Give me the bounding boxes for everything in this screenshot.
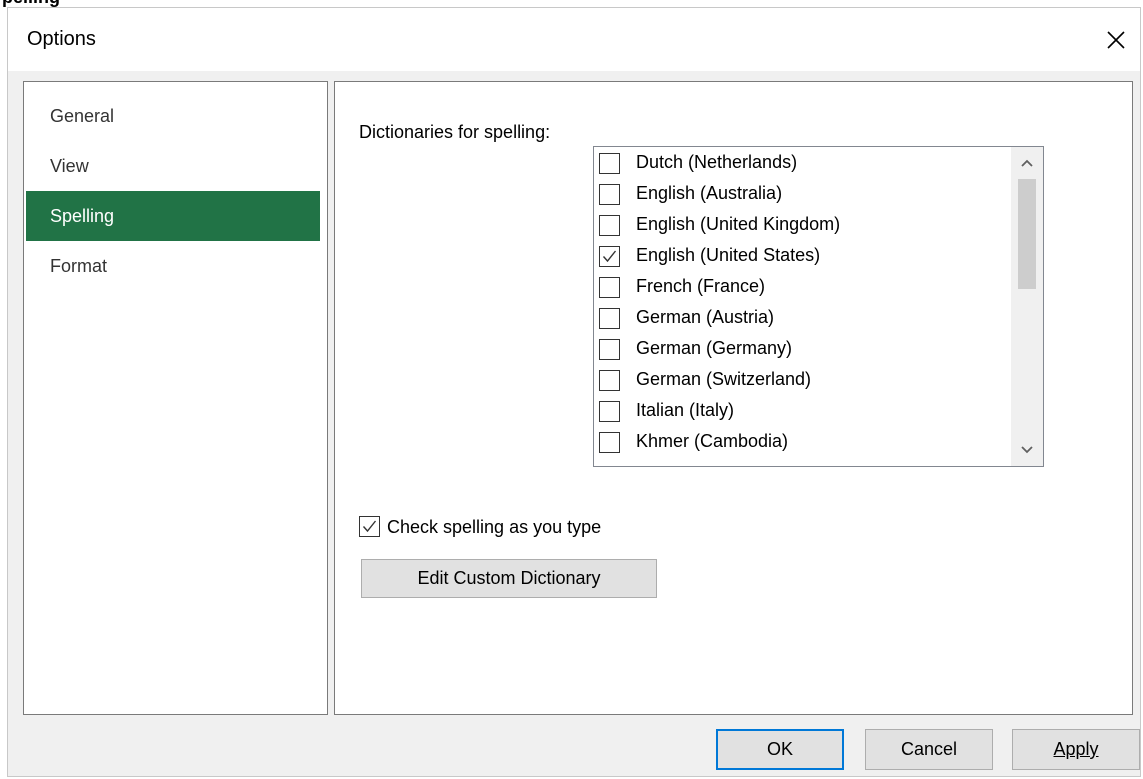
nav-item-label: Format (50, 256, 108, 276)
options-dialog: Options General View Spelling Format Dic… (7, 7, 1141, 777)
nav-item-label: General (50, 106, 115, 126)
dictionary-checkbox[interactable] (599, 277, 620, 298)
dictionary-checkbox[interactable] (599, 246, 620, 267)
scrollbar-thumb[interactable] (1018, 179, 1036, 289)
dictionaries-scrollbar[interactable] (1011, 147, 1043, 466)
check-as-you-type-checkbox[interactable] (359, 516, 380, 537)
dictionary-item[interactable]: Dutch (Netherlands) (594, 147, 1010, 178)
dictionary-label: Italian (Italy) (636, 400, 735, 420)
dictionary-item[interactable]: German (Germany) (594, 333, 1010, 364)
dictionary-item[interactable]: French (France) (594, 271, 1010, 302)
dictionary-item[interactable]: Khmer (Cambodia) (594, 426, 1010, 457)
dictionary-checkbox[interactable] (599, 401, 620, 422)
nav-item-view[interactable]: View (26, 141, 320, 191)
spelling-panel: Dictionaries for spelling: Dutch (Nether… (334, 81, 1133, 715)
dictionary-label: English (United Kingdom) (636, 214, 841, 234)
dictionary-item[interactable]: German (Austria) (594, 302, 1010, 333)
dictionaries-label: Dictionaries for spelling: (359, 122, 551, 142)
scroll-down-button[interactable] (1011, 434, 1043, 466)
close-icon (1107, 30, 1125, 49)
edit-custom-dictionary-button[interactable]: Edit Custom Dictionary (361, 559, 657, 598)
dictionary-label: German (Germany) (636, 338, 793, 358)
nav-item-label: Spelling (50, 206, 115, 226)
title-bar: Options (8, 8, 1140, 71)
dictionary-item[interactable]: Italian (Italy) (594, 395, 1010, 426)
dictionary-label: English (United States) (636, 245, 821, 265)
dictionaries-list[interactable]: Dutch (Netherlands) English (Australia) … (593, 146, 1044, 467)
dictionary-label: German (Austria) (636, 307, 775, 327)
apply-button[interactable]: Apply (1012, 729, 1140, 770)
close-button[interactable] (1092, 8, 1140, 71)
chevron-down-icon (1021, 446, 1033, 454)
dictionary-label: French (France) (636, 276, 766, 296)
check-as-you-type-label: Check spelling as you type (387, 517, 602, 537)
checkmark-icon (602, 250, 617, 263)
dictionary-checkbox[interactable] (599, 215, 620, 236)
dictionary-label: German (Switzerland) (636, 369, 812, 389)
dictionary-checkbox[interactable] (599, 370, 620, 391)
nav-item-general[interactable]: General (26, 91, 320, 141)
dictionary-label: Dutch (Netherlands) (636, 152, 798, 172)
dictionary-item[interactable]: English (United States) (594, 240, 1010, 271)
dictionary-checkbox[interactable] (599, 308, 620, 329)
dictionary-item[interactable]: English (Australia) (594, 178, 1010, 209)
window-title: Options (27, 28, 96, 50)
dictionary-item[interactable]: German (Switzerland) (594, 364, 1010, 395)
dictionary-checkbox[interactable] (599, 339, 620, 360)
dictionary-checkbox[interactable] (599, 184, 620, 205)
ok-button[interactable]: OK (716, 729, 844, 770)
dictionary-checkbox[interactable] (599, 432, 620, 453)
cancel-button[interactable]: Cancel (865, 729, 993, 770)
category-nav: General View Spelling Format (23, 81, 328, 715)
nav-item-format[interactable]: Format (26, 241, 320, 291)
nav-item-label: View (50, 156, 89, 176)
dictionary-checkbox[interactable] (599, 153, 620, 174)
dictionary-label: Khmer (Cambodia) (636, 431, 789, 451)
scroll-up-button[interactable] (1011, 147, 1043, 179)
dictionary-item[interactable]: English (United Kingdom) (594, 209, 1010, 240)
dictionary-label: English (Australia) (636, 183, 783, 203)
nav-item-spelling[interactable]: Spelling (26, 191, 320, 241)
chevron-up-icon (1021, 159, 1033, 167)
checkmark-icon (362, 520, 377, 533)
